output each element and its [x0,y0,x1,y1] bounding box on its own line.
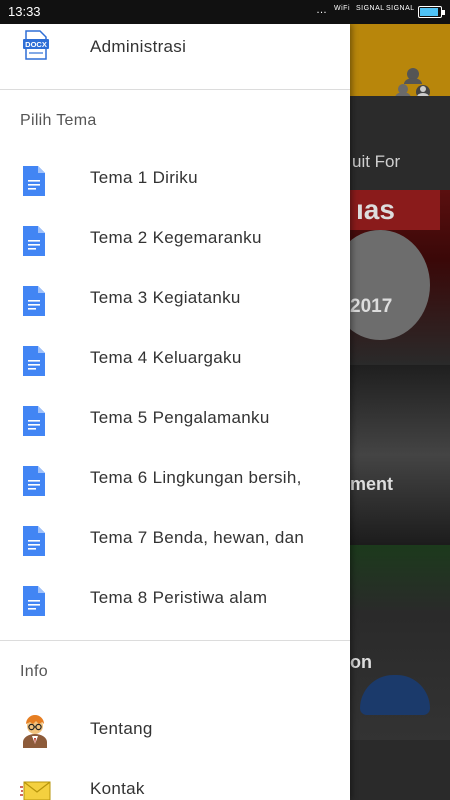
document-icon [23,526,45,556]
background-text: 2017 [350,296,393,317]
drawer-item-tema-5[interactable]: Tema 5 Pengalamanku [0,391,350,451]
divider [0,89,350,90]
drawer-item-label: Tema 6 Lingkungan bersih, [90,468,302,487]
drawer-item-kontak[interactable]: Kontak [0,762,350,800]
document-icon [23,166,45,196]
background-text: on [350,652,372,672]
drawer-item-tema-3[interactable]: Tema 3 Kegiatanku [0,271,350,331]
section-title-info: Info [20,663,48,680]
drawer-item-label: Tema 7 Benda, hewan, dan [90,528,305,547]
drawer-item-tema-4[interactable]: Tema 4 Keluargaku [0,331,350,391]
status-time: 13:33 [8,4,41,19]
drawer-item-label: Tema 2 Kegemaranku [90,228,262,247]
signal-icon: SIGNAL [356,5,385,12]
document-icon [23,586,45,616]
drawer-item-tema-2[interactable]: Tema 2 Kegemaranku [0,211,350,271]
document-icon [23,466,45,496]
drawer-item-tentang[interactable]: Tentang [0,702,350,762]
drawer-item-tema-8[interactable]: Tema 8 Peristiwa alam [0,571,350,631]
drawer-item-tema-7[interactable]: Tema 7 Benda, hewan, dan [0,511,350,571]
drawer-item-label: Tema 5 Pengalamanku [90,408,270,427]
svg-text:DOCX: DOCX [25,40,47,49]
battery-icon [418,6,445,18]
drawer-item-label: Tema 4 Keluargaku [90,348,242,367]
drawer-item-label: Tema 3 Kegiatanku [90,288,241,307]
status-bar: 13:33 … WiFi SIGNAL SIGNAL [0,0,450,24]
drawer-item-label: Administrasi [90,37,187,56]
background-text: uit For [352,152,401,171]
docx-file-icon: DOCX [23,30,49,60]
divider [0,640,350,641]
section-title-pilih-tema: Pilih Tema [20,112,97,129]
drawer-item-label: Tema 8 Peristiwa alam [90,588,268,607]
person-glasses-icon [23,715,47,748]
background-banner: ıas [350,190,440,230]
background-text: ment [350,474,394,494]
drawer-item-administrasi[interactable]: DOCX Administrasi [0,20,350,80]
wifi-icon: WiFi [334,5,350,12]
drawer-item-tema-6[interactable]: Tema 6 Lingkungan bersih, [0,451,350,511]
signal-icon: SIGNAL [386,5,415,12]
status-dots: … [316,4,327,16]
document-icon [23,406,45,436]
envelope-icon [20,781,51,800]
navigation-drawer: DOCX Administrasi Pilih Tema Tema 1 Diri… [0,24,350,800]
background-shoe [360,675,430,715]
drawer-item-tema-1[interactable]: Tema 1 Diriku [0,151,350,211]
drawer-item-label: Tema 1 Diriku [90,168,198,187]
document-icon [23,346,45,376]
document-icon [23,286,45,316]
drawer-item-label: Kontak [90,779,145,798]
document-icon [23,226,45,256]
drawer-item-label: Tentang [90,719,153,738]
